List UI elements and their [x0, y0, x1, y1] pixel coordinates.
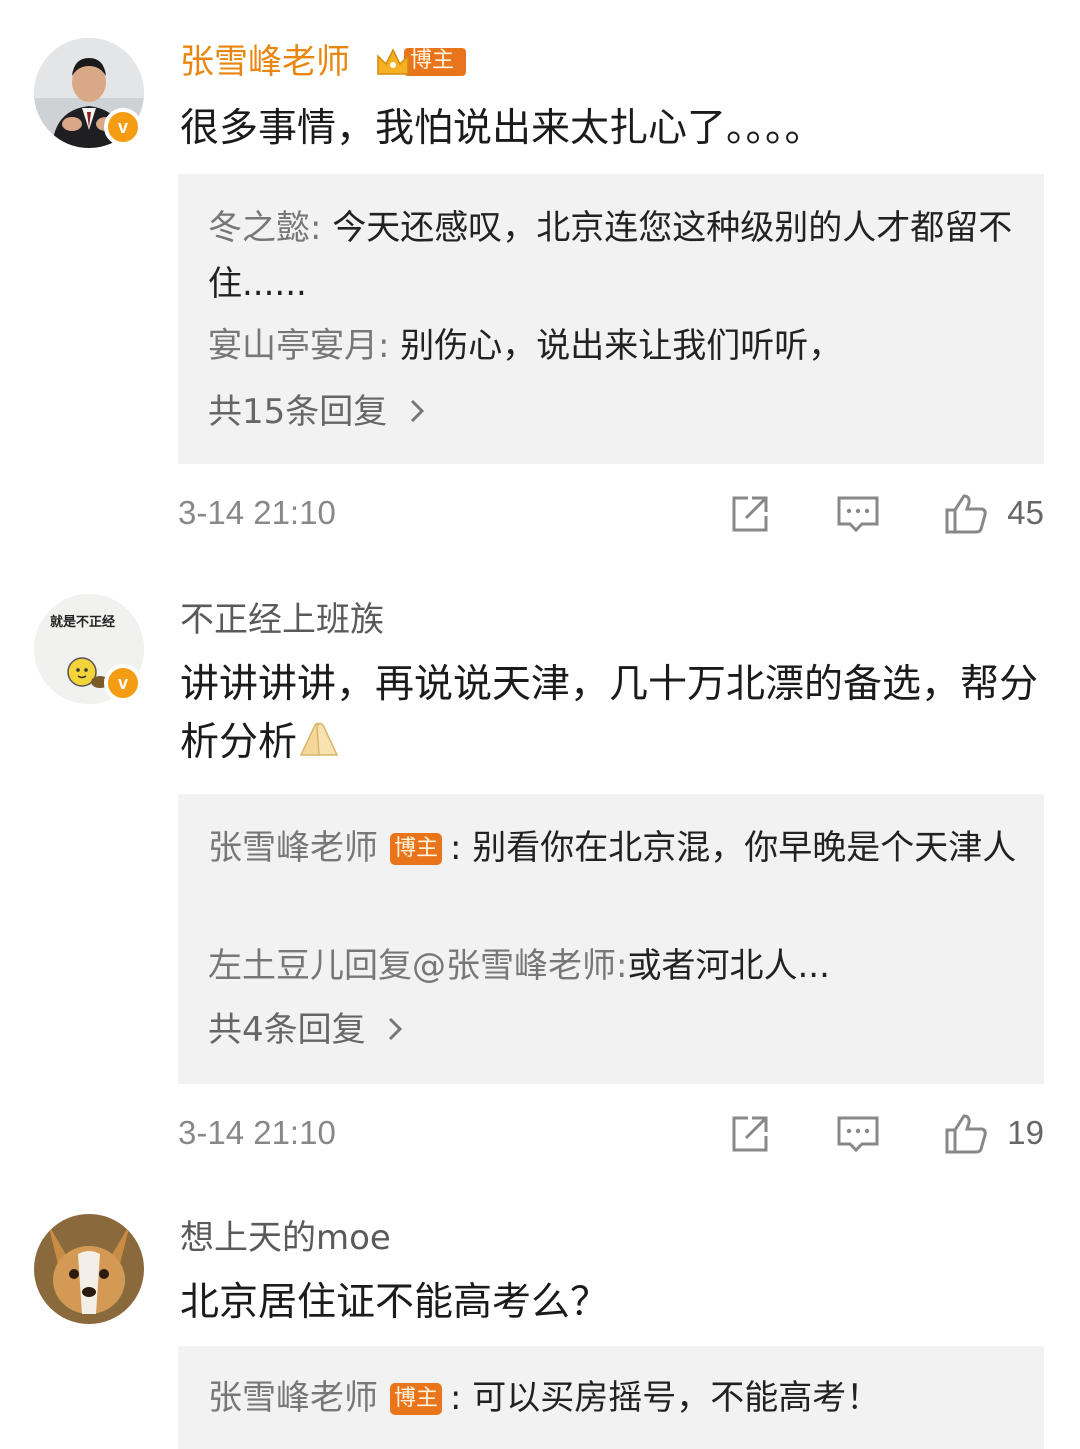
- reply-text: 别看你在北京混，你早晚是个天津人: [472, 828, 1017, 868]
- more-replies-link[interactable]: 共15条回复: [208, 390, 428, 434]
- comment-icon[interactable]: [836, 492, 880, 536]
- reply-username[interactable]: 宴山亭宴月: [208, 326, 378, 366]
- comment-icon[interactable]: [836, 1112, 880, 1156]
- thumbs-up-icon[interactable]: [944, 1112, 988, 1156]
- blogger-crown-badge: 博主: [376, 44, 468, 78]
- reply-separator: :: [450, 828, 473, 868]
- like-count: 19: [1007, 1114, 1044, 1151]
- avatar[interactable]: [34, 1214, 144, 1324]
- reply-separator: :: [616, 946, 628, 986]
- reply-item[interactable]: 张雪峰老师 博主: 可以买房摇号，不能高考！: [208, 1370, 1018, 1426]
- blogger-badge-label: 博主: [410, 48, 455, 73]
- blogger-badge: 博主: [390, 1383, 442, 1415]
- share-icon[interactable]: [728, 492, 772, 536]
- reply-item[interactable]: 左土豆儿回复@张雪峰老师:或者河北人...: [208, 938, 1018, 994]
- username[interactable]: 想上天的moe: [180, 1216, 391, 1260]
- comment-item: 想上天的moe 北京居住证不能高考么？ 张雪峰老师 博主: 可以买房摇号，不能高考…: [0, 1180, 1080, 1449]
- comment-text: 很多事情，我怕说出来太扎心了。。。。: [180, 106, 824, 151]
- reply-box[interactable]: 冬之懿: 今天还感叹，北京连您这种级别的人才都留不住...... 宴山亭宴月: …: [178, 174, 1044, 464]
- reply-username[interactable]: 左土豆儿回复@张雪峰老师: [208, 946, 616, 986]
- reply-separator: :: [450, 1378, 473, 1418]
- comment-item: 就是不正经 v 不正经上班族 讲讲讲讲，再说说天津，几十万北漂的备选，帮分析分析…: [0, 560, 1080, 1180]
- comment-text: 讲讲讲讲，再说说天津，几十万北漂的备选，帮分析分析: [180, 656, 1040, 772]
- reply-text: 或者河北人...: [627, 946, 830, 986]
- chevron-right-icon: [411, 399, 425, 423]
- thumbs-up-icon[interactable]: [944, 492, 988, 536]
- comment-meta: 3-14 21:10 45: [178, 488, 1044, 538]
- reply-separator: :: [310, 208, 333, 248]
- reply-text: 别伤心，说出来让我们听听，: [400, 326, 843, 366]
- username[interactable]: 不正经上班族: [180, 598, 384, 642]
- more-replies-label: 共4条回复: [208, 1010, 366, 1050]
- avatar-caption: 就是不正经: [50, 615, 116, 630]
- verified-badge-icon: v: [104, 664, 142, 702]
- reply-username[interactable]: 张雪峰老师: [208, 828, 378, 868]
- comment-text: 北京居住证不能高考么？: [180, 1280, 610, 1325]
- reply-item[interactable]: 冬之懿: 今天还感叹，北京连您这种级别的人才都留不住......: [208, 200, 1018, 312]
- blogger-badge: 博主: [390, 833, 442, 865]
- share-icon[interactable]: [728, 1112, 772, 1156]
- comment-item: v 张雪峰老师 博主 很多事情，我怕说出来太扎心了。。。。 冬之懿: 今天还感叹…: [0, 0, 1080, 560]
- reply-box[interactable]: 张雪峰老师 博主: 别看你在北京混，你早晚是个天津人 左土豆儿回复@张雪峰老师:或…: [178, 794, 1044, 1084]
- avatar-photo: [34, 1214, 144, 1324]
- like-count: 45: [1007, 494, 1044, 531]
- more-replies-link[interactable]: 共4条回复: [208, 1008, 406, 1052]
- reply-separator: :: [378, 326, 401, 366]
- username[interactable]: 张雪峰老师: [180, 40, 350, 84]
- comment-meta: 3-14 21:10 19: [178, 1108, 1044, 1158]
- folded-hands-emoji: [299, 722, 339, 756]
- reply-text: 可以买房摇号，不能高考！: [472, 1378, 881, 1418]
- reply-username[interactable]: 张雪峰老师: [208, 1378, 378, 1418]
- timestamp: 3-14 21:10: [178, 1114, 336, 1151]
- reply-box[interactable]: 张雪峰老师 博主: 可以买房摇号，不能高考！: [178, 1346, 1044, 1449]
- verified-badge-icon: v: [104, 108, 142, 146]
- reply-username[interactable]: 冬之懿: [208, 208, 310, 248]
- more-replies-label: 共15条回复: [208, 392, 388, 432]
- chevron-right-icon: [389, 1017, 403, 1041]
- timestamp: 3-14 21:10: [178, 494, 336, 531]
- reply-item[interactable]: 宴山亭宴月: 别伤心，说出来让我们听听，: [208, 318, 1018, 374]
- reply-item[interactable]: 张雪峰老师 博主: 别看你在北京混，你早晚是个天津人: [208, 820, 1018, 876]
